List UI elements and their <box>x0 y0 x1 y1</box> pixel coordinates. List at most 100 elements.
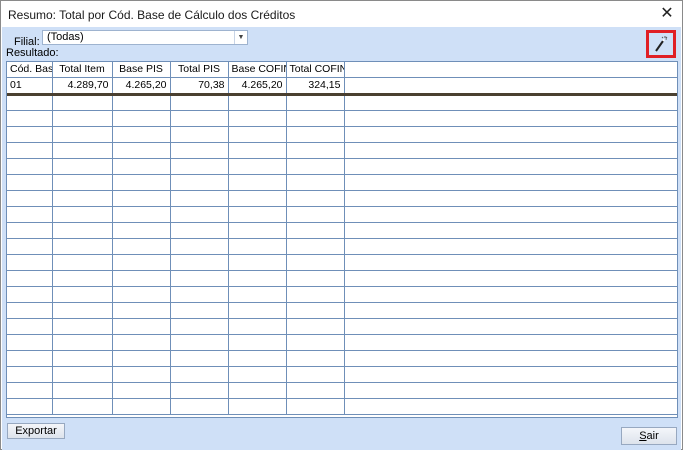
empty-cell <box>112 334 171 351</box>
empty-cell <box>52 382 113 399</box>
empty-table-row <box>7 222 677 239</box>
cell-total-item: 4.289,70 <box>52 77 113 96</box>
empty-cell <box>228 302 287 319</box>
empty-cell <box>52 318 113 335</box>
empty-cell <box>170 142 229 159</box>
empty-cell <box>344 350 677 367</box>
empty-cell <box>170 94 229 111</box>
empty-table-row <box>7 366 677 383</box>
empty-cell <box>228 110 287 127</box>
empty-cell <box>286 110 345 127</box>
empty-table-row <box>7 334 677 351</box>
empty-cell <box>228 398 287 415</box>
empty-cell <box>52 206 113 223</box>
results-table: Cód. Base Total Item Base PIS Total PIS … <box>7 62 677 415</box>
empty-cell <box>112 270 171 287</box>
col-header-total-pis[interactable]: Total PIS <box>170 62 229 78</box>
empty-cell <box>7 302 53 319</box>
empty-cell <box>228 382 287 399</box>
empty-cell <box>228 142 287 159</box>
empty-table-row <box>7 302 677 319</box>
col-header-cod-base[interactable]: Cód. Base <box>7 62 53 78</box>
empty-cell <box>52 110 113 127</box>
empty-cell <box>228 318 287 335</box>
empty-cell <box>228 366 287 383</box>
empty-cell <box>170 206 229 223</box>
exit-button[interactable]: Sair <box>621 427 677 445</box>
chevron-down-icon[interactable]: ▼ <box>234 31 247 44</box>
results-grid[interactable]: Cód. Base Total Item Base PIS Total PIS … <box>6 61 678 418</box>
cell-filler <box>344 77 677 96</box>
grid-header-row: Cód. Base Total Item Base PIS Total PIS … <box>7 62 677 78</box>
empty-table-row <box>7 350 677 367</box>
empty-cell <box>344 382 677 399</box>
empty-cell <box>344 270 677 287</box>
empty-table-row <box>7 190 677 207</box>
empty-cell <box>52 222 113 239</box>
empty-cell <box>112 382 171 399</box>
empty-cell <box>286 270 345 287</box>
empty-cell <box>7 174 53 191</box>
empty-cell <box>344 222 677 239</box>
export-button[interactable]: Exportar <box>7 423 65 439</box>
empty-cell <box>112 238 171 255</box>
empty-cell <box>52 158 113 175</box>
empty-table-row <box>7 158 677 175</box>
empty-cell <box>286 190 345 207</box>
exit-button-label: air <box>646 430 659 442</box>
empty-cell <box>228 190 287 207</box>
empty-cell <box>170 382 229 399</box>
empty-cell <box>170 126 229 143</box>
empty-cell <box>170 110 229 127</box>
empty-cell <box>7 238 53 255</box>
empty-cell <box>112 302 171 319</box>
window-title: Resumo: Total por Cód. Base de Cálculo d… <box>8 8 296 22</box>
empty-cell <box>52 286 113 303</box>
empty-cell <box>7 126 53 143</box>
col-header-total-item[interactable]: Total Item <box>52 62 113 78</box>
cell-total-pis: 70,38 <box>170 77 229 96</box>
empty-cell <box>112 94 171 111</box>
empty-cell <box>7 398 53 415</box>
empty-table-row <box>7 238 677 255</box>
empty-cell <box>52 398 113 415</box>
table-row[interactable]: 01 4.289,70 4.265,20 70,38 4.265,20 324,… <box>7 77 677 96</box>
empty-cell <box>286 318 345 335</box>
empty-cell <box>170 286 229 303</box>
empty-table-row <box>7 286 677 303</box>
empty-cell <box>286 126 345 143</box>
empty-cell <box>7 222 53 239</box>
empty-cell <box>286 286 345 303</box>
empty-cell <box>344 190 677 207</box>
empty-cell <box>228 222 287 239</box>
empty-cell <box>52 254 113 271</box>
empty-cell <box>112 142 171 159</box>
empty-cell <box>228 286 287 303</box>
empty-table-row <box>7 382 677 399</box>
empty-cell <box>170 222 229 239</box>
empty-cell <box>286 238 345 255</box>
empty-cell <box>344 94 677 111</box>
empty-table-row <box>7 398 677 415</box>
close-button[interactable]: ✕ <box>656 4 678 24</box>
empty-cell <box>228 206 287 223</box>
col-header-base-cofins[interactable]: Base COFINS <box>228 62 287 78</box>
magic-wand-button[interactable] <box>646 30 676 58</box>
empty-cell <box>52 94 113 111</box>
col-header-total-cofins[interactable]: Total COFINS <box>286 62 345 78</box>
empty-cell <box>52 126 113 143</box>
cell-total-cofins: 324,15 <box>286 77 345 96</box>
empty-cell <box>170 350 229 367</box>
empty-cell <box>112 190 171 207</box>
result-label: Resultado: <box>6 47 59 59</box>
empty-cell <box>112 318 171 335</box>
col-header-base-pis[interactable]: Base PIS <box>112 62 171 78</box>
empty-cell <box>7 350 53 367</box>
filial-dropdown[interactable]: (Todas) ▼ <box>42 30 248 45</box>
col-header-filler <box>344 62 677 78</box>
empty-cell <box>286 206 345 223</box>
empty-cell <box>7 110 53 127</box>
empty-cell <box>7 382 53 399</box>
empty-cell <box>7 270 53 287</box>
exit-button-accesskey: S <box>639 430 647 442</box>
